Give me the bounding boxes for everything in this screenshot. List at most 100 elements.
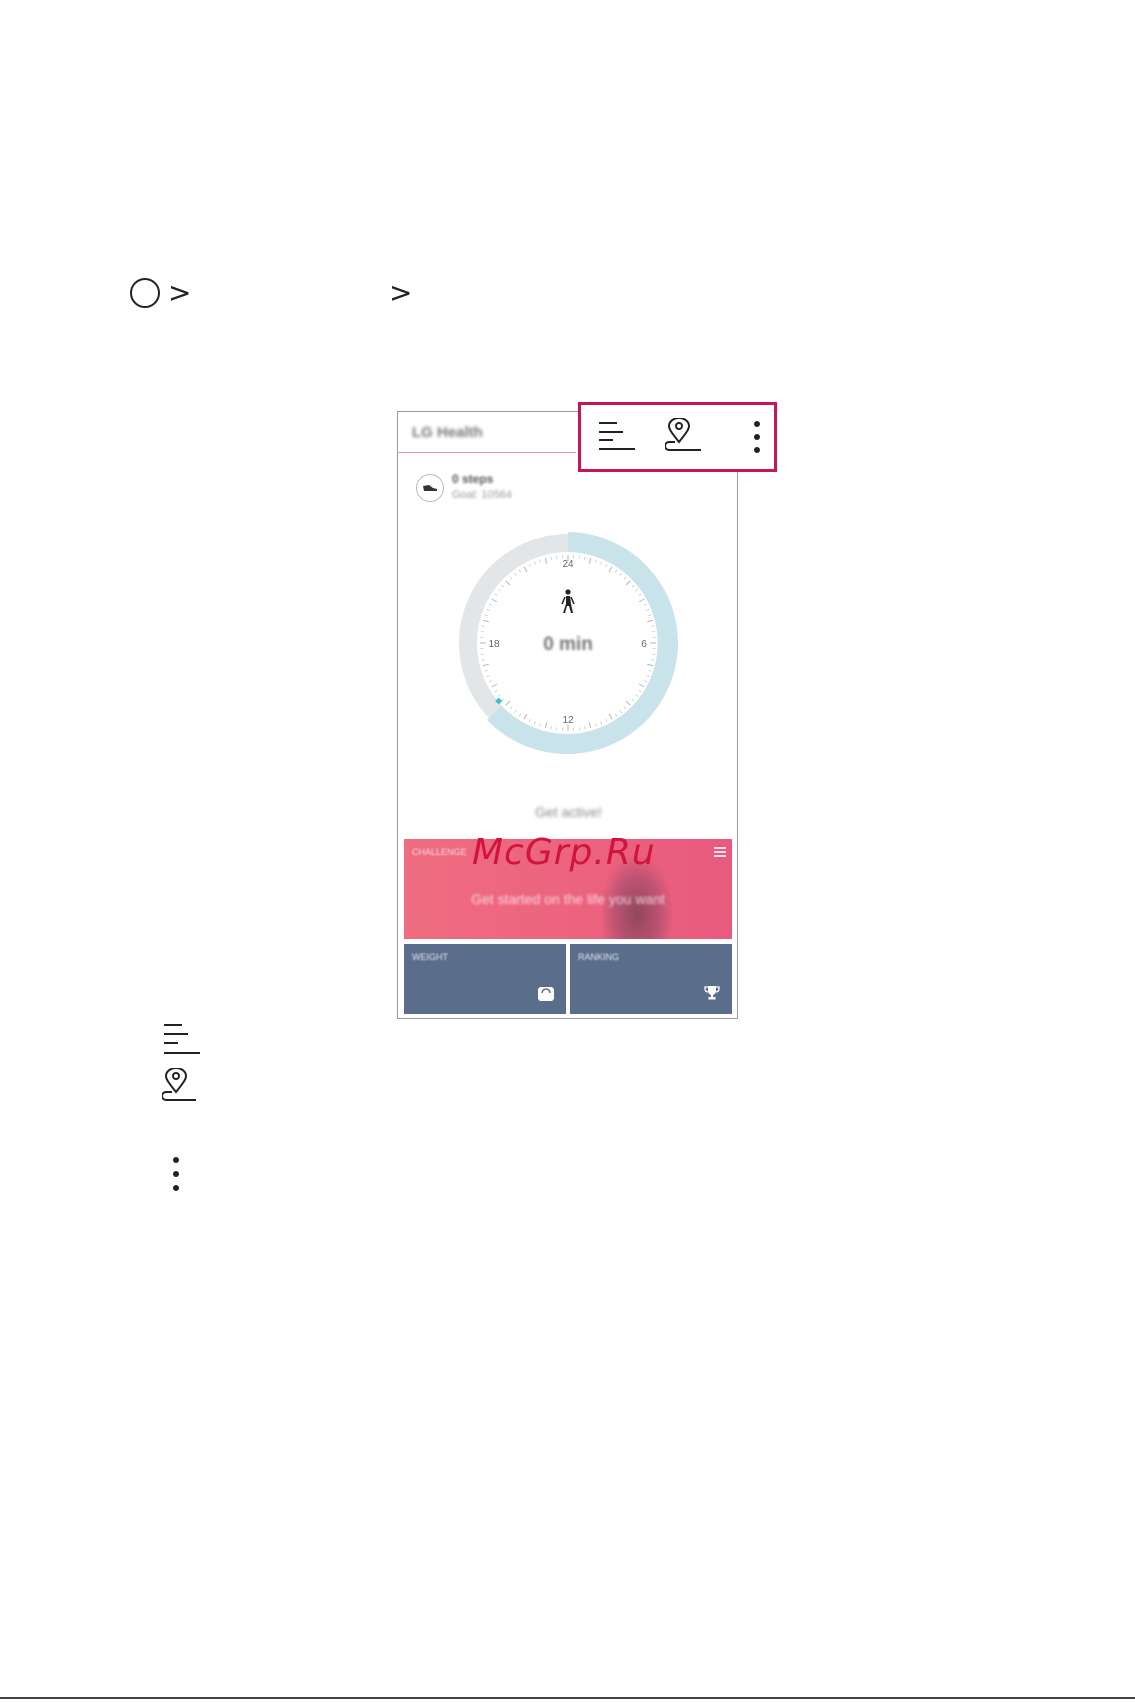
dial-tick bbox=[625, 700, 631, 706]
dial-tick bbox=[491, 598, 498, 603]
dial-tick bbox=[481, 659, 485, 661]
title-divider bbox=[398, 452, 576, 453]
dial-tick bbox=[544, 722, 548, 729]
steps-goal: Goal: 10564 bbox=[452, 489, 512, 501]
weight-card[interactable]: WEIGHT bbox=[404, 944, 566, 1014]
ranking-card[interactable]: RANKING bbox=[570, 944, 732, 1014]
activity-dial: 24 6 12 18 0 min bbox=[459, 532, 678, 754]
dial-tick bbox=[498, 589, 501, 592]
dial-tick bbox=[623, 576, 627, 580]
dial-tick bbox=[501, 698, 505, 702]
dial-tick bbox=[505, 700, 511, 706]
shoe-icon bbox=[416, 474, 444, 502]
phone-screenshot: LG Health 0 steps Goal: 10564 24 6 12 18… bbox=[397, 411, 738, 1019]
dial-tick bbox=[544, 557, 548, 564]
dial-tick bbox=[631, 698, 635, 702]
dial-label-6: 6 bbox=[641, 639, 647, 650]
dial-tick bbox=[600, 561, 602, 565]
dial-tick bbox=[619, 573, 622, 576]
dial-tick bbox=[518, 569, 522, 573]
dial-tick bbox=[494, 593, 498, 597]
legend-list-icon bbox=[164, 1024, 200, 1054]
dial-label-24: 24 bbox=[562, 559, 574, 570]
dial-tick bbox=[647, 619, 654, 623]
footer-rule bbox=[0, 1697, 1135, 1699]
dial-tick bbox=[523, 566, 528, 573]
dial-tick bbox=[635, 694, 638, 697]
dial-tick bbox=[646, 609, 650, 611]
dial-tick bbox=[514, 573, 517, 576]
home-button-icon bbox=[130, 278, 160, 308]
dial-tick bbox=[528, 719, 531, 723]
dial-tick bbox=[638, 689, 642, 693]
dial-tick bbox=[486, 675, 490, 677]
dial-tick bbox=[614, 569, 618, 573]
legend-more-options-icon bbox=[173, 1157, 179, 1191]
dial-tick bbox=[486, 609, 490, 611]
dial-tick bbox=[605, 563, 608, 567]
dial-tick bbox=[625, 580, 631, 586]
breadcrumb-chevron-2: > bbox=[389, 276, 413, 309]
dial-tick bbox=[638, 593, 642, 597]
challenge-label: CHALLENGE bbox=[412, 847, 467, 857]
dial-tick bbox=[550, 556, 552, 560]
weight-label: WEIGHT bbox=[412, 952, 448, 962]
dial-tick bbox=[644, 603, 648, 606]
dial-tick bbox=[534, 721, 536, 725]
dial-tick bbox=[584, 726, 586, 730]
dial-tick bbox=[518, 713, 522, 717]
location-history-icon[interactable] bbox=[665, 418, 703, 454]
dial-tick bbox=[644, 680, 648, 683]
dial-tick bbox=[651, 659, 655, 661]
dial-tick bbox=[638, 598, 645, 603]
dial-tick bbox=[534, 561, 536, 565]
challenge-menu-icon[interactable] bbox=[714, 847, 726, 859]
dial-tick bbox=[595, 559, 597, 563]
dial-tick bbox=[491, 683, 498, 688]
dial-tick bbox=[481, 625, 485, 627]
dial-tick bbox=[623, 706, 627, 710]
ranking-label: RANKING bbox=[578, 952, 620, 962]
trophy-icon bbox=[704, 985, 720, 1004]
dial-tick bbox=[514, 710, 517, 713]
dial-tick bbox=[600, 721, 602, 725]
dial-tick bbox=[482, 663, 489, 667]
dial-label-18: 18 bbox=[488, 639, 500, 650]
dial-tick bbox=[614, 713, 618, 717]
dial-tick bbox=[651, 625, 655, 627]
toolbar-highlight-box bbox=[578, 402, 777, 472]
dial-tick bbox=[584, 556, 586, 560]
dial-tick bbox=[539, 723, 541, 727]
dial-tick bbox=[648, 614, 652, 616]
dial-tick bbox=[646, 675, 650, 677]
dial-tick bbox=[635, 589, 638, 592]
dial-tick bbox=[484, 614, 488, 616]
dial-tick bbox=[539, 559, 541, 563]
dial-tick bbox=[505, 580, 511, 586]
dial-tick bbox=[588, 557, 592, 564]
dial-tick bbox=[498, 694, 501, 697]
activity-message: Get active! bbox=[535, 804, 602, 820]
legend-location-history-icon bbox=[162, 1068, 196, 1101]
dial-tick bbox=[509, 706, 513, 710]
dial-tick bbox=[638, 683, 645, 688]
dial-tick bbox=[494, 689, 498, 693]
dial-tick bbox=[523, 713, 528, 720]
dial-tick bbox=[528, 563, 531, 567]
dial-tick bbox=[631, 584, 635, 588]
dial-tick bbox=[509, 576, 513, 580]
dial-tick bbox=[550, 726, 552, 730]
dial-tick bbox=[588, 722, 592, 729]
scale-icon bbox=[538, 987, 554, 1004]
dial-tick bbox=[608, 713, 613, 720]
challenge-text: Get started on the life you want bbox=[471, 891, 665, 907]
steps-count: 0 steps bbox=[452, 472, 494, 486]
dial-center-value: 0 min bbox=[543, 634, 593, 655]
dial-tick bbox=[608, 566, 613, 573]
breadcrumb-chevron-1: > bbox=[168, 276, 192, 309]
list-icon[interactable] bbox=[599, 421, 635, 451]
more-options-icon[interactable] bbox=[753, 420, 761, 454]
dial-tick bbox=[484, 670, 488, 672]
dial-tick bbox=[647, 663, 654, 667]
dial-tick bbox=[648, 670, 652, 672]
